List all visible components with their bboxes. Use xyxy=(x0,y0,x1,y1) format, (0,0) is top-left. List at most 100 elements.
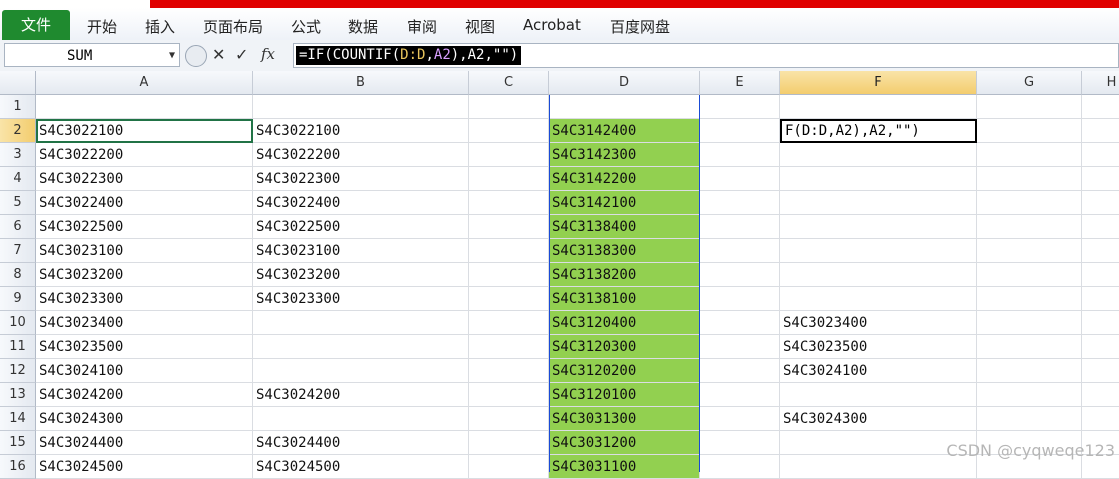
cell-e12[interactable] xyxy=(700,359,780,383)
tab-file[interactable]: 文件 xyxy=(2,10,70,40)
tab-formulas[interactable]: 公式 xyxy=(291,16,321,37)
tab-home[interactable]: 开始 xyxy=(87,16,117,37)
cell-b16[interactable]: S4C3024500 xyxy=(253,455,469,479)
row-header[interactable]: 12 xyxy=(0,359,36,383)
cell-b3[interactable]: S4C3022200 xyxy=(253,143,469,167)
cell-h9[interactable] xyxy=(1082,287,1119,311)
cell-g7[interactable] xyxy=(977,239,1082,263)
row-header[interactable]: 15 xyxy=(0,431,36,455)
row-header[interactable]: 4 xyxy=(0,167,36,191)
cell-b13[interactable]: S4C3024200 xyxy=(253,383,469,407)
editing-cell-f2[interactable]: F(D:D,A2),A2,"") xyxy=(780,119,977,143)
row-header[interactable]: 6 xyxy=(0,215,36,239)
row-header[interactable]: 5 xyxy=(0,191,36,215)
cell-f14[interactable]: S4C3024300 xyxy=(780,407,977,431)
cell-e7[interactable] xyxy=(700,239,780,263)
cell-f7[interactable] xyxy=(780,239,977,263)
cell-h12[interactable] xyxy=(1082,359,1119,383)
cell-g12[interactable] xyxy=(977,359,1082,383)
column-header-f[interactable]: F xyxy=(780,71,977,95)
cell-d2[interactable]: S4C3142400 xyxy=(549,119,700,143)
column-header-a[interactable]: A xyxy=(36,71,253,95)
cell-f10[interactable]: S4C3023400 xyxy=(780,311,977,335)
cell-h7[interactable] xyxy=(1082,239,1119,263)
cell-a5[interactable]: S4C3022400 xyxy=(36,191,253,215)
cell-d11[interactable]: S4C3120300 xyxy=(549,335,700,359)
cell-b2[interactable]: S4C3022100 xyxy=(253,119,469,143)
cell-f11[interactable]: S4C3023500 xyxy=(780,335,977,359)
enter-icon[interactable]: ✓ xyxy=(235,45,248,64)
cell-c9[interactable] xyxy=(469,287,549,311)
cell-c15[interactable] xyxy=(469,431,549,455)
row-header[interactable]: 13 xyxy=(0,383,36,407)
cell-a14[interactable]: S4C3024300 xyxy=(36,407,253,431)
cell-c7[interactable] xyxy=(469,239,549,263)
row-header[interactable]: 8 xyxy=(0,263,36,287)
row-header[interactable]: 3 xyxy=(0,143,36,167)
cell-a13[interactable]: S4C3024200 xyxy=(36,383,253,407)
row-header[interactable]: 7 xyxy=(0,239,36,263)
cell-e3[interactable] xyxy=(700,143,780,167)
cell-h2[interactable] xyxy=(1082,119,1119,143)
cell-d7[interactable]: S4C3138300 xyxy=(549,239,700,263)
cell-h10[interactable] xyxy=(1082,311,1119,335)
cell-a4[interactable]: S4C3022300 xyxy=(36,167,253,191)
insert-function-icon[interactable]: fx xyxy=(261,45,275,63)
cell-a2[interactable]: S4C3022100 xyxy=(36,119,253,143)
cell-f9[interactable] xyxy=(780,287,977,311)
cell-c12[interactable] xyxy=(469,359,549,383)
cell-e16[interactable] xyxy=(700,455,780,479)
column-header-c[interactable]: C xyxy=(469,71,549,95)
row-header[interactable]: 11 xyxy=(0,335,36,359)
cell-g6[interactable] xyxy=(977,215,1082,239)
cell-h11[interactable] xyxy=(1082,335,1119,359)
row-header[interactable]: 1 xyxy=(0,95,36,119)
cell-e11[interactable] xyxy=(700,335,780,359)
cell-f5[interactable] xyxy=(780,191,977,215)
cell-h8[interactable] xyxy=(1082,263,1119,287)
cell-c6[interactable] xyxy=(469,215,549,239)
cell-c16[interactable] xyxy=(469,455,549,479)
column-header-h[interactable]: H xyxy=(1082,71,1119,95)
cell-e1[interactable] xyxy=(700,95,780,119)
column-header-d[interactable]: D xyxy=(549,71,700,95)
tab-baidu-netdisk[interactable]: 百度网盘 xyxy=(610,16,670,37)
cell-a7[interactable]: S4C3023100 xyxy=(36,239,253,263)
cell-c3[interactable] xyxy=(469,143,549,167)
cell-b15[interactable]: S4C3024400 xyxy=(253,431,469,455)
cell-c10[interactable] xyxy=(469,311,549,335)
cell-g13[interactable] xyxy=(977,383,1082,407)
cell-g10[interactable] xyxy=(977,311,1082,335)
cell-a10[interactable]: S4C3023400 xyxy=(36,311,253,335)
row-header[interactable]: 9 xyxy=(0,287,36,311)
cell-d6[interactable]: S4C3138400 xyxy=(549,215,700,239)
cell-b14[interactable] xyxy=(253,407,469,431)
cancel-icon[interactable]: ✕ xyxy=(212,45,225,64)
cell-a11[interactable]: S4C3023500 xyxy=(36,335,253,359)
cell-e14[interactable] xyxy=(700,407,780,431)
cell-f8[interactable] xyxy=(780,263,977,287)
cell-f12[interactable]: S4C3024100 xyxy=(780,359,977,383)
cell-b5[interactable]: S4C3022400 xyxy=(253,191,469,215)
row-header[interactable]: 16 xyxy=(0,455,36,479)
cell-g14[interactable] xyxy=(977,407,1082,431)
cell-g2[interactable] xyxy=(977,119,1082,143)
cell-b10[interactable] xyxy=(253,311,469,335)
cell-d3[interactable]: S4C3142300 xyxy=(549,143,700,167)
tab-page-layout[interactable]: 页面布局 xyxy=(203,16,263,37)
cell-d12[interactable]: S4C3120200 xyxy=(549,359,700,383)
cell-d10[interactable]: S4C3120400 xyxy=(549,311,700,335)
cell-b11[interactable] xyxy=(253,335,469,359)
cell-b1[interactable] xyxy=(253,95,469,119)
tab-view[interactable]: 视图 xyxy=(465,16,495,37)
column-header-b[interactable]: B xyxy=(253,71,469,95)
cell-e4[interactable] xyxy=(700,167,780,191)
cell-d1[interactable] xyxy=(549,95,700,119)
row-header[interactable]: 2 xyxy=(0,119,36,143)
row-header[interactable]: 14 xyxy=(0,407,36,431)
cell-e9[interactable] xyxy=(700,287,780,311)
cell-b9[interactable]: S4C3023300 xyxy=(253,287,469,311)
cell-d5[interactable]: S4C3142100 xyxy=(549,191,700,215)
cell-d16[interactable]: S4C3031100 xyxy=(549,455,700,479)
chevron-down-icon[interactable]: ▼ xyxy=(169,44,175,68)
